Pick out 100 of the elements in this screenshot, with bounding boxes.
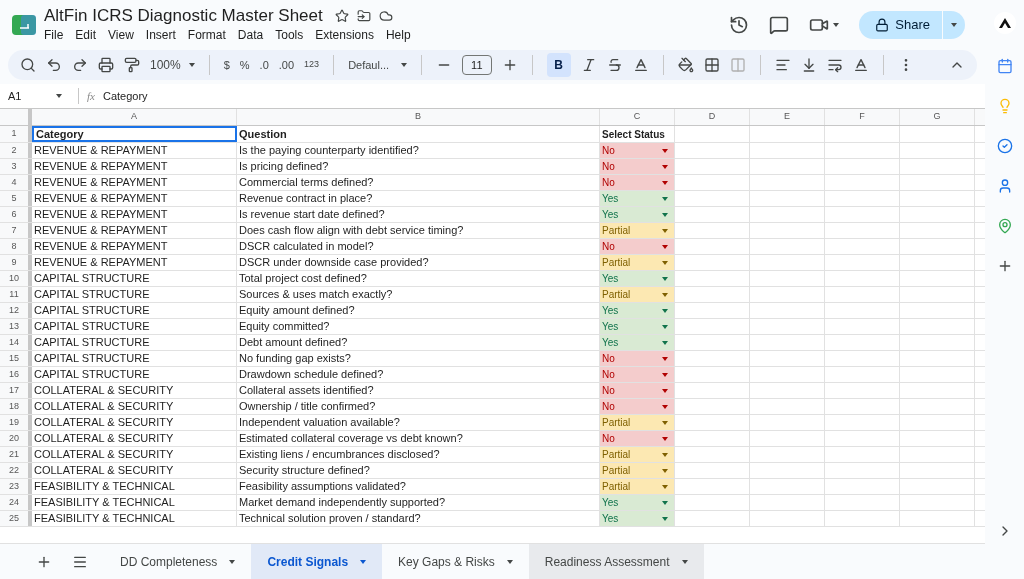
status-dropdown[interactable]: No <box>600 367 675 382</box>
decrease-decimal[interactable]: .0 <box>259 56 269 74</box>
bold-button[interactable]: B <box>546 53 571 77</box>
status-dropdown[interactable]: Yes <box>600 495 675 510</box>
row-number[interactable]: 2 <box>0 143 32 158</box>
status-dropdown[interactable]: No <box>600 239 675 254</box>
menu-item[interactable]: File <box>44 26 70 44</box>
row-number[interactable]: 6 <box>0 207 32 222</box>
row-number[interactable]: 3 <box>0 159 32 174</box>
status-dropdown[interactable]: Yes <box>600 207 675 222</box>
status-dropdown[interactable]: Partial <box>600 287 675 302</box>
row-number[interactable]: 21 <box>0 447 32 462</box>
status-dropdown[interactable]: Yes <box>600 511 675 526</box>
row-number[interactable]: 14 <box>0 335 32 350</box>
menu-item[interactable]: Help <box>379 26 417 44</box>
wrap-text-icon[interactable] <box>826 57 843 73</box>
status-dropdown[interactable]: No <box>600 159 675 174</box>
row-number[interactable]: 24 <box>0 495 32 510</box>
account-logo[interactable] <box>993 12 1016 34</box>
row-number[interactable]: 11 <box>0 287 32 302</box>
row-number[interactable]: 5 <box>0 191 32 206</box>
number-format[interactable]: 123 <box>304 58 320 72</box>
menu-item[interactable]: View <box>102 26 140 44</box>
row-number[interactable]: 23 <box>0 479 32 494</box>
menu-item[interactable]: Tools <box>269 26 310 44</box>
zoom-dropdown[interactable]: 100% <box>150 56 195 74</box>
column-header[interactable]: E <box>750 109 825 125</box>
row-number[interactable]: 9 <box>0 255 32 270</box>
row-number[interactable]: 18 <box>0 399 32 414</box>
menu-item[interactable]: Data <box>231 26 270 44</box>
status-dropdown[interactable]: Partial <box>600 255 675 270</box>
print-icon[interactable] <box>98 57 114 73</box>
row-number[interactable]: 10 <box>0 271 32 286</box>
font-dropdown[interactable]: Defaul... <box>348 56 408 74</box>
status-dropdown[interactable]: Yes <box>600 319 675 334</box>
row-number[interactable]: 13 <box>0 319 32 334</box>
star-icon[interactable] <box>334 9 349 23</box>
sheet-tab[interactable]: Credit Signals <box>251 544 383 579</box>
undo-icon[interactable] <box>46 57 62 73</box>
merge-cells-icon[interactable] <box>729 57 746 73</box>
status-dropdown[interactable]: No <box>600 351 675 366</box>
status-dropdown[interactable]: Yes <box>600 303 675 318</box>
status-dropdown[interactable]: Partial <box>600 463 675 478</box>
row-number[interactable]: 7 <box>0 223 32 238</box>
currency-format[interactable]: $ <box>223 56 230 74</box>
status-dropdown[interactable]: No <box>600 383 675 398</box>
text-color-icon[interactable] <box>632 57 649 73</box>
row-number[interactable]: 22 <box>0 463 32 478</box>
formula-field[interactable]: Category <box>102 87 148 105</box>
column-header[interactable]: C <box>600 109 675 125</box>
search-icon[interactable] <box>20 57 36 73</box>
status-dropdown[interactable]: No <box>600 399 675 414</box>
menu-item[interactable]: Insert <box>139 26 182 44</box>
cloud-icon[interactable] <box>378 9 393 23</box>
history-icon[interactable] <box>729 15 750 35</box>
increase-decimal[interactable]: .00 <box>278 56 295 74</box>
strikethrough-icon[interactable] <box>606 57 623 73</box>
status-dropdown[interactable]: No <box>600 143 675 158</box>
map-pin-icon[interactable] <box>996 218 1013 234</box>
row-number[interactable]: 17 <box>0 383 32 398</box>
font-size-field[interactable]: 11 <box>462 54 492 76</box>
row-number[interactable]: 12 <box>0 303 32 318</box>
folder-icon[interactable] <box>356 9 371 23</box>
row-number[interactable]: 8 <box>0 239 32 254</box>
status-dropdown[interactable]: No <box>600 431 675 446</box>
row-number[interactable]: 15 <box>0 351 32 366</box>
spreadsheet-logo[interactable] <box>12 15 36 35</box>
percent-format[interactable]: % <box>239 56 250 74</box>
menu-item[interactable]: Format <box>181 26 232 44</box>
borders-icon[interactable] <box>703 57 720 73</box>
name-box[interactable]: A1 <box>0 87 70 105</box>
status-dropdown[interactable]: Partial <box>600 415 675 430</box>
tasks-icon[interactable] <box>996 138 1013 154</box>
sheet-tab[interactable]: Readiness Assessment <box>528 544 704 579</box>
row-number[interactable]: 25 <box>0 511 32 526</box>
column-header[interactable]: B <box>237 109 600 125</box>
comment-icon[interactable] <box>769 15 790 35</box>
menu-item[interactable]: Extensions <box>309 26 380 44</box>
sheet-tab[interactable]: Key Gaps & Risks <box>382 544 529 579</box>
row-number[interactable]: 16 <box>0 367 32 382</box>
paint-format-icon[interactable] <box>124 57 140 73</box>
calendar-icon[interactable] <box>996 58 1013 74</box>
status-dropdown[interactable]: Partial <box>600 479 675 494</box>
column-header[interactable]: A <box>32 109 237 125</box>
row-number[interactable]: 4 <box>0 175 32 190</box>
row-number[interactable]: 20 <box>0 431 32 446</box>
status-dropdown[interactable]: Partial <box>600 447 675 462</box>
sheet-tab[interactable]: DD Completeness <box>104 544 252 579</box>
row-number[interactable]: 19 <box>0 415 32 430</box>
status-dropdown[interactable]: Partial <box>600 223 675 238</box>
column-header[interactable]: G <box>900 109 975 125</box>
redo-icon[interactable] <box>72 57 88 73</box>
menu-item[interactable]: Edit <box>69 26 103 44</box>
fill-color-icon[interactable] <box>677 57 694 73</box>
status-dropdown[interactable]: Yes <box>600 271 675 286</box>
document-title[interactable]: AltFin ICRS Diagnostic Master Sheet <box>44 6 323 26</box>
column-header[interactable]: F <box>825 109 900 125</box>
status-dropdown[interactable]: Yes <box>600 335 675 350</box>
align-icon[interactable] <box>774 57 791 73</box>
status-dropdown[interactable]: No <box>600 175 675 190</box>
